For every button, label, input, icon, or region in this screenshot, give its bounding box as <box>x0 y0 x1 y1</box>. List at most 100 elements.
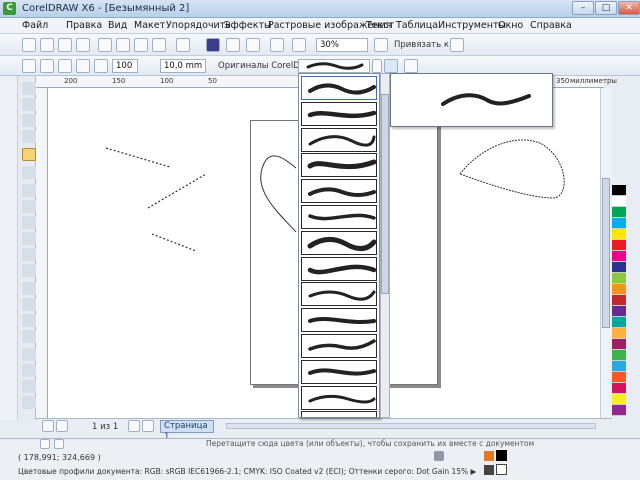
artistic-media-tool-icon[interactable] <box>22 148 36 161</box>
color-profile-info[interactable]: Цветовые профили документа: RGB: sRGB IE… <box>18 467 476 476</box>
dock-icon[interactable] <box>40 439 50 449</box>
undo-icon[interactable] <box>152 38 166 52</box>
paste-icon[interactable] <box>134 38 148 52</box>
stroke-preset-option[interactable] <box>301 308 377 333</box>
palette-swatch[interactable] <box>612 405 626 416</box>
polygon-tool-icon[interactable] <box>22 216 36 229</box>
zoom-level-field[interactable]: 30% <box>316 38 368 52</box>
preset-mode-icon[interactable] <box>22 59 36 73</box>
chevron-down-icon[interactable] <box>372 59 382 73</box>
palette-swatch[interactable] <box>612 361 626 372</box>
no-color-icon[interactable] <box>54 439 64 449</box>
calligraphic-mode-icon[interactable] <box>76 59 90 73</box>
new-document-icon[interactable] <box>22 38 36 52</box>
palette-swatch[interactable] <box>612 185 626 196</box>
stroke-preset-option[interactable] <box>301 153 377 178</box>
menu-view[interactable]: Вид <box>108 20 127 31</box>
sprayer-mode-icon[interactable] <box>58 59 72 73</box>
outline-tool-icon[interactable] <box>22 364 36 377</box>
palette-swatch[interactable] <box>612 383 626 394</box>
previous-page-icon[interactable] <box>56 420 68 432</box>
stroke-preset-option[interactable] <box>301 385 377 410</box>
vertical-scrollbar[interactable] <box>600 88 612 418</box>
palette-swatch[interactable] <box>612 372 626 383</box>
stroke-preset-option[interactable] <box>301 205 377 229</box>
shape-tool-icon[interactable] <box>22 98 36 111</box>
next-page-icon[interactable] <box>128 420 140 432</box>
stroke-preset-option[interactable] <box>301 179 377 204</box>
transparency-tool-icon[interactable] <box>22 330 36 343</box>
connector-tool-icon[interactable] <box>22 298 36 311</box>
copy-icon[interactable] <box>116 38 130 52</box>
app-launcher-icon[interactable] <box>270 38 284 52</box>
stroke-preset-option[interactable] <box>301 230 377 255</box>
palette-swatch[interactable] <box>612 350 626 361</box>
stroke-preset-select[interactable] <box>298 59 370 73</box>
eyedropper-tool-icon[interactable] <box>22 348 36 361</box>
stroke-preset-option[interactable] <box>301 76 377 100</box>
basic-shapes-tool-icon[interactable] <box>22 232 36 245</box>
pressure-mode-icon[interactable] <box>94 59 108 73</box>
full-screen-icon[interactable] <box>374 38 388 52</box>
color-eyedropper-icon[interactable] <box>434 451 444 461</box>
horizontal-scrollbar[interactable] <box>226 423 596 429</box>
interactive-fill-tool-icon[interactable] <box>22 396 36 409</box>
fill-color-swatch[interactable] <box>496 450 507 461</box>
dropdown-scroll-thumb[interactable] <box>381 94 389 294</box>
import-icon[interactable] <box>206 38 220 52</box>
outline-color-swatch[interactable] <box>496 464 507 475</box>
palette-swatch[interactable] <box>612 284 626 295</box>
menu-edit[interactable]: Правка <box>66 20 102 31</box>
ellipse-tool-icon[interactable] <box>22 200 36 213</box>
stroke-preset-option[interactable] <box>301 256 377 281</box>
scrollbar-thumb[interactable] <box>602 178 610 328</box>
menu-table[interactable]: Таблица <box>396 20 438 31</box>
publish-pdf-icon[interactable] <box>246 38 260 52</box>
palette-swatch[interactable] <box>612 251 626 262</box>
palette-swatch[interactable] <box>612 196 626 207</box>
snap-to-label[interactable]: Привязать к <box>394 40 449 50</box>
menu-tools[interactable]: Инструменты <box>438 20 506 31</box>
zoom-tool-icon[interactable] <box>22 130 36 143</box>
blend-tool-icon[interactable] <box>22 314 36 327</box>
open-folder-icon[interactable] <box>40 38 54 52</box>
palette-swatch[interactable] <box>612 262 626 273</box>
print-icon[interactable] <box>76 38 90 52</box>
menu-help[interactable]: Справка <box>530 20 572 31</box>
first-page-icon[interactable] <box>42 420 54 432</box>
crop-tool-icon[interactable] <box>22 114 36 127</box>
menu-effects[interactable]: Эффекты <box>224 20 272 31</box>
stroke-preset-option[interactable] <box>301 101 377 126</box>
menu-arrange[interactable]: Упорядочить <box>166 20 231 31</box>
options-icon[interactable] <box>450 38 464 52</box>
menu-text[interactable]: Текст <box>366 20 394 31</box>
menu-window[interactable]: Окно <box>498 20 523 31</box>
stroke-preset-dropdown[interactable] <box>298 73 380 418</box>
palette-swatch[interactable] <box>612 295 626 306</box>
palette-swatch[interactable] <box>612 240 626 251</box>
close-button[interactable]: ✕ <box>618 1 640 15</box>
fill-tool-icon[interactable] <box>22 380 36 393</box>
dimension-tool-icon[interactable] <box>22 282 36 295</box>
dropdown-scrollbar[interactable] <box>380 73 390 418</box>
palette-swatch[interactable] <box>612 229 626 240</box>
save-icon[interactable] <box>58 38 72 52</box>
stroke-width-field[interactable]: 10,0 mm <box>160 59 206 73</box>
palette-swatch[interactable] <box>612 328 626 339</box>
redo-icon[interactable] <box>176 38 190 52</box>
stroke-preset-option[interactable] <box>301 359 377 384</box>
export-icon[interactable] <box>226 38 240 52</box>
menu-layout[interactable]: Макет <box>134 20 165 31</box>
text-tool-icon[interactable] <box>22 248 36 261</box>
page-tab[interactable]: Страница 1 <box>160 420 214 442</box>
welcome-screen-icon[interactable] <box>292 38 306 52</box>
palette-swatch[interactable] <box>612 273 626 284</box>
vertical-ruler[interactable] <box>36 88 48 418</box>
stroke-preset-option[interactable] <box>301 334 377 358</box>
palette-swatch[interactable] <box>612 394 626 405</box>
menu-file[interactable]: Файл <box>22 20 48 31</box>
smart-fill-tool-icon[interactable] <box>22 166 36 179</box>
smoothing-field[interactable]: 100 <box>112 59 138 73</box>
scale-with-object-icon[interactable] <box>384 59 398 73</box>
stroke-preset-option[interactable] <box>301 282 377 307</box>
